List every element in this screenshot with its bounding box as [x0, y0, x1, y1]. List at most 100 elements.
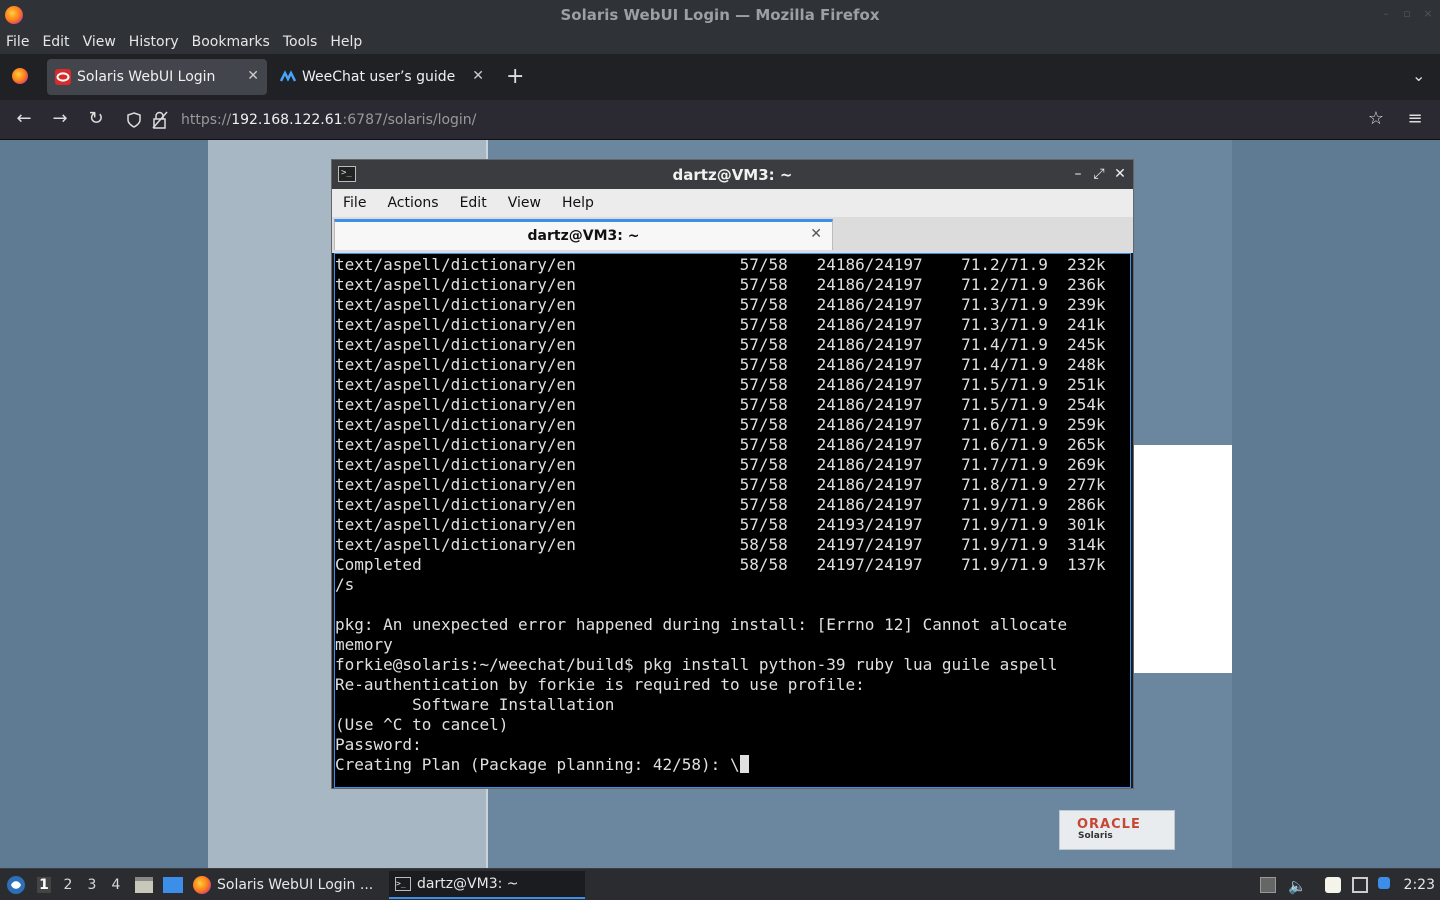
terminal-minimize-icon[interactable]: – — [1070, 165, 1086, 183]
close-icon[interactable]: × — [1422, 8, 1434, 20]
start-menu-icon[interactable] — [6, 875, 26, 895]
terminal-menu-file[interactable]: File — [343, 195, 366, 211]
terminal-line: text/aspell/dictionary/en 57/58 24186/24… — [335, 355, 1106, 374]
forward-arrow-icon[interactable]: → — [50, 109, 70, 129]
file-manager-icon[interactable] — [135, 877, 153, 893]
url-text[interactable]: https://192.168.122.61:6787/solaris/logi… — [181, 112, 476, 128]
terminal-line: text/aspell/dictionary/en 57/58 24186/24… — [335, 435, 1106, 454]
list-tabs-chevron-icon[interactable]: ⌄ — [1412, 66, 1425, 85]
terminal-window[interactable]: >_ dartz@VM3: ~ – ⤢ ✕ File Actions Edit … — [331, 159, 1134, 789]
terminal-menu-help[interactable]: Help — [562, 195, 594, 211]
terminal-line: forkie@solaris:~/weechat/build$ pkg inst… — [335, 655, 1058, 674]
terminal-line: text/aspell/dictionary/en 58/58 24197/24… — [335, 535, 1106, 554]
menu-help[interactable]: Help — [330, 34, 362, 50]
menu-view[interactable]: View — [83, 34, 116, 50]
menu-file[interactable]: File — [6, 34, 29, 50]
menu-history[interactable]: History — [129, 34, 179, 50]
firefox-view-icon[interactable] — [12, 68, 28, 84]
terminal-line: Software Installation — [335, 695, 615, 714]
menu-edit[interactable]: Edit — [42, 34, 69, 50]
terminal-line: text/aspell/dictionary/en 57/58 24186/24… — [335, 455, 1106, 474]
tab-weechat-guide[interactable]: WeeChat user’s guide ✕ — [272, 59, 492, 95]
terminal-line: /s — [335, 575, 355, 594]
taskbar: 1 2 3 4 Solaris WebUI Login ... >_ dartz… — [0, 868, 1440, 900]
workspace-4[interactable]: 4 — [109, 877, 123, 893]
tab-close-icon[interactable]: ✕ — [472, 68, 484, 84]
new-tab-icon[interactable]: + — [506, 64, 524, 89]
terminal-maximize-icon[interactable]: ⤢ — [1091, 165, 1107, 183]
terminal-line: text/aspell/dictionary/en 57/58 24186/24… — [335, 475, 1106, 494]
terminal-line: text/aspell/dictionary/en 57/58 24186/24… — [335, 335, 1106, 354]
clock: 2:23 — [1403, 877, 1435, 893]
show-desktop-icon[interactable] — [163, 877, 183, 893]
terminal-line: pkg: An unexpected error happened during… — [335, 615, 1068, 634]
terminal-cursor — [739, 755, 749, 773]
terminal-tab-close-icon[interactable]: ✕ — [810, 226, 822, 242]
terminal-line: text/aspell/dictionary/en 57/58 24186/24… — [335, 275, 1106, 294]
terminal-line: text/aspell/dictionary/en 57/58 24193/24… — [335, 515, 1106, 534]
bookmark-star-icon[interactable]: ☆ — [1366, 109, 1386, 129]
terminal-line: text/aspell/dictionary/en 57/58 24186/24… — [335, 395, 1106, 414]
terminal-line: (Use ^C to cancel) — [335, 715, 509, 734]
taskbar-app-label: Solaris WebUI Login ... — [217, 877, 374, 893]
terminal-line: Password: — [335, 735, 422, 754]
oracle-solaris-logo: ORACLE Solaris — [1059, 810, 1175, 850]
window-title: Solaris WebUI Login — Mozilla Firefox — [560, 6, 880, 24]
workspace-3[interactable]: 3 — [85, 877, 99, 893]
firefox-logo-icon — [5, 6, 23, 24]
hamburger-menu-icon[interactable]: ≡ — [1405, 109, 1425, 129]
terminal-line: text/aspell/dictionary/en 57/58 24186/24… — [335, 495, 1106, 514]
back-arrow-icon[interactable]: ← — [14, 109, 34, 129]
taskbar-terminal[interactable]: >_ dartz@VM3: ~ — [389, 871, 585, 899]
terminal-line: Completed 58/58 24197/24197 71.9/71.9 13… — [335, 555, 1106, 574]
terminal-menu-edit[interactable]: Edit — [460, 195, 487, 211]
terminal-line: Creating Plan (Package planning: 42/58):… — [335, 755, 1130, 775]
workspace-2[interactable]: 2 — [61, 877, 75, 893]
firefox-taskbar-icon — [193, 876, 211, 894]
terminal-output[interactable]: text/aspell/dictionary/en 57/58 24186/24… — [334, 253, 1131, 788]
navigation-bar: ← → ↻ https://192.168.122.61:6787/solari… — [0, 100, 1440, 140]
oracle-favicon-icon — [55, 69, 71, 85]
minimize-icon[interactable]: – — [1380, 8, 1392, 20]
terminal-line: text/aspell/dictionary/en 57/58 24186/24… — [335, 315, 1106, 334]
reload-icon[interactable]: ↻ — [86, 109, 106, 129]
taskbar-firefox[interactable]: Solaris WebUI Login ... — [193, 871, 383, 899]
browser-titlebar: Solaris WebUI Login — Mozilla Firefox – … — [0, 0, 1440, 30]
terminal-close-icon[interactable]: ✕ — [1112, 165, 1128, 183]
volume-icon[interactable]: 🔈 — [1288, 877, 1307, 895]
maximize-icon[interactable]: ▫ — [1401, 8, 1413, 20]
terminal-line: Re-authentication by forkie is required … — [335, 675, 865, 694]
tab-close-icon[interactable]: ✕ — [247, 68, 259, 84]
terminal-menu-actions[interactable]: Actions — [387, 195, 438, 211]
shield-icon[interactable] — [126, 112, 142, 128]
tab-solaris-webui-login[interactable]: Solaris WebUI Login ✕ — [47, 59, 267, 95]
tab-label: WeeChat user’s guide — [302, 69, 456, 85]
workspace-1[interactable]: 1 — [37, 877, 51, 893]
browser-menubar: File Edit View History Bookmarks Tools H… — [0, 30, 1440, 54]
url-bar[interactable]: https://192.168.122.61:6787/solaris/logi… — [118, 104, 1398, 136]
lock-warning-icon[interactable] — [152, 111, 168, 129]
terminal-line: text/aspell/dictionary/en 57/58 24186/24… — [335, 255, 1106, 274]
terminal-tab-label: dartz@VM3: ~ — [527, 228, 640, 244]
network-icon[interactable] — [1352, 877, 1368, 893]
terminal-tab-bar: dartz@VM3: ~ ✕ — [332, 217, 1133, 253]
tray-up-arrow-icon[interactable] — [1260, 877, 1276, 893]
terminal-menu-view[interactable]: View — [508, 195, 541, 211]
terminal-line: text/aspell/dictionary/en 57/58 24186/24… — [335, 295, 1106, 314]
terminal-line: text/aspell/dictionary/en 57/58 24186/24… — [335, 375, 1106, 394]
terminal-titlebar[interactable]: >_ dartz@VM3: ~ – ⤢ ✕ — [332, 160, 1133, 189]
menu-bookmarks[interactable]: Bookmarks — [192, 34, 270, 50]
taskbar-app-label: dartz@VM3: ~ — [417, 876, 519, 892]
terminal-icon: >_ — [338, 166, 356, 182]
tab-bar: Solaris WebUI Login ✕ WeeChat user’s gui… — [0, 54, 1440, 100]
weechat-favicon-icon — [280, 70, 296, 82]
clipboard-icon[interactable] — [1325, 877, 1341, 893]
terminal-line: memory — [335, 635, 393, 654]
terminal-title: dartz@VM3: ~ — [672, 165, 793, 184]
login-form-area — [1134, 445, 1232, 673]
terminal-menubar: File Actions Edit View Help — [332, 189, 1133, 217]
terminal-tab[interactable]: dartz@VM3: ~ ✕ — [334, 219, 833, 250]
menu-tools[interactable]: Tools — [283, 34, 318, 50]
notification-icon[interactable] — [1378, 877, 1390, 889]
